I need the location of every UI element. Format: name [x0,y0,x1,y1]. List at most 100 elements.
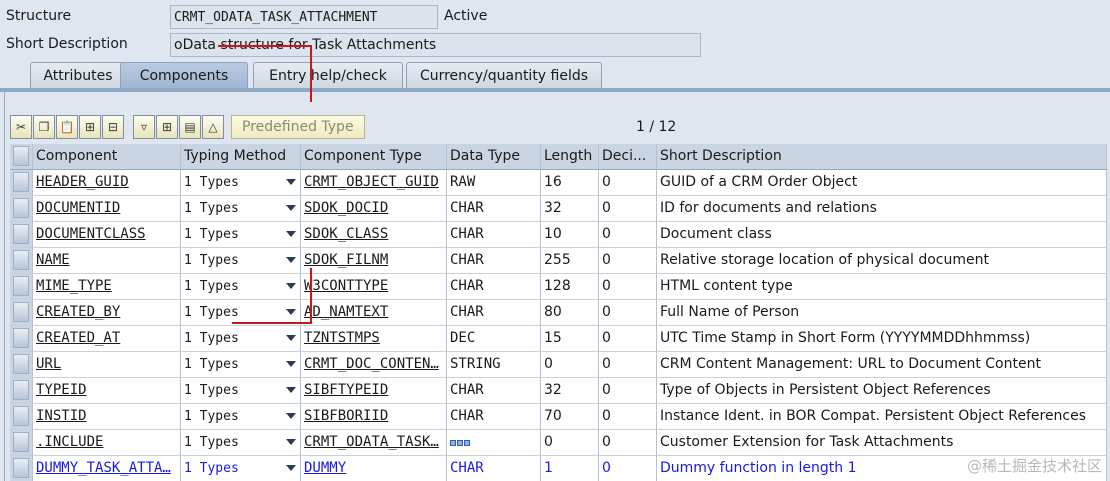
insert-row-icon[interactable]: ⊞ [79,115,101,139]
dropdown-arrow-icon[interactable] [286,413,296,419]
length-cell: 0 [540,429,599,456]
row-selector[interactable] [10,169,33,196]
dropdown-arrow-icon[interactable] [286,335,296,341]
row-selector[interactable] [10,195,33,222]
table-row[interactable]: DOCUMENTCLASS 1 Types SDOK_CLASS CHAR 10 0 Doc… [10,221,1107,248]
table-row[interactable]: CREATED_AT 1 Types TZNTSTMPS DEC 15 0 UTC Time… [10,325,1107,352]
tab-entry-help-check[interactable]: Entry help/check [253,62,403,88]
row-selector[interactable] [10,273,33,300]
row-selector[interactable] [10,221,33,248]
table-row[interactable]: HEADER_GUID 1 Types CRMT_OBJECT_GUID RAW 16 0… [10,169,1107,196]
dropdown-arrow-icon[interactable] [286,361,296,367]
component-type-cell[interactable]: W3CONTTYPE [300,273,447,300]
component-type-cell[interactable]: SDOK_DOCID [300,195,447,222]
typing-method-cell[interactable]: 1 Types [180,403,301,430]
annotation-line [310,45,312,102]
length-cell: 16 [540,169,599,196]
column-header-typing-method[interactable]: Typing Method [180,144,301,170]
typing-method-cell[interactable]: 1 Types [180,169,301,196]
dropdown-arrow-icon[interactable] [286,231,296,237]
structure-name-field[interactable]: CRMT_ODATA_TASK_ATTACHMENT [170,5,438,29]
component-name-cell[interactable]: NAME [32,247,181,274]
component-name-cell[interactable]: .INCLUDE [32,429,181,456]
table-row[interactable]: NAME 1 Types SDOK_FILNM CHAR 255 0 Relative st… [10,247,1107,274]
table-row[interactable]: URL 1 Types CRMT_DOC_CONTEN… STRING 0 0 CRM Co… [10,351,1107,378]
dropdown-arrow-icon[interactable] [286,309,296,315]
predefined-type-button[interactable]: Predefined Type [231,115,365,139]
paste-icon[interactable]: 📋 [56,115,78,139]
component-type-cell[interactable]: DUMMY [300,455,447,481]
watermark-text: @稀土掘金技术社区 [966,457,1102,475]
component-type-cell[interactable]: SDOK_FILNM [300,247,447,274]
typing-method-cell[interactable]: 1 Types [180,247,301,274]
tab-components[interactable]: Components [120,62,248,88]
component-type-cell[interactable]: CRMT_ODATA_TASK… [300,429,447,456]
dropdown-arrow-icon[interactable] [286,465,296,471]
table-row[interactable]: DOCUMENTID 1 Types SDOK_DOCID CHAR 32 0 ID for… [10,195,1107,222]
component-name-cell[interactable]: MIME_TYPE [32,273,181,300]
dropdown-arrow-icon[interactable] [286,439,296,445]
component-name-cell[interactable]: DUMMY_TASK_ATTA… [32,455,181,481]
decimals-cell: 0 [598,299,657,326]
component-name-cell[interactable]: HEADER_GUID [32,169,181,196]
select-all-cell[interactable] [10,144,33,170]
component-type-cell[interactable]: SIBFTYPEID [300,377,447,404]
dropdown-arrow-icon[interactable] [286,387,296,393]
delete-row-icon[interactable]: ⊟ [102,115,124,139]
component-name-cell[interactable]: TYPEID [32,377,181,404]
component-name-cell[interactable]: INSTID [32,403,181,430]
row-selector[interactable] [10,377,33,404]
component-type-cell[interactable]: CRMT_DOC_CONTEN… [300,351,447,378]
expand-include-icon[interactable]: ⊞ [156,115,178,139]
component-name-cell[interactable]: DOCUMENTCLASS [32,221,181,248]
typing-method-cell[interactable]: 1 Types [180,377,301,404]
column-header-length[interactable]: Length [540,144,599,170]
copy-icon[interactable]: ❐ [33,115,55,139]
row-selector[interactable] [10,325,33,352]
row-selector[interactable] [10,351,33,378]
cut-icon[interactable]: ✂ [10,115,32,139]
dropdown-arrow-icon[interactable] [286,179,296,185]
typing-method-cell[interactable]: 1 Types [180,429,301,456]
component-type-cell[interactable]: SDOK_CLASS [300,221,447,248]
component-name-cell[interactable]: CREATED_AT [32,325,181,352]
table-row[interactable]: TYPEID 1 Types SIBFTYPEID CHAR 32 0 Type of Ob… [10,377,1107,404]
column-header-data-type[interactable]: Data Type [446,144,541,170]
component-name-cell[interactable]: URL [32,351,181,378]
table-row[interactable]: DUMMY_TASK_ATTA… 1 Types DUMMY CHAR 1 0 Dummy … [10,455,1107,481]
details-icon[interactable]: ▤ [179,115,201,139]
row-selector[interactable] [10,247,33,274]
table-row[interactable]: .INCLUDE 1 Types CRMT_ODATA_TASK… 0 0 Custome… [10,429,1107,456]
row-selector[interactable] [10,429,33,456]
component-type-cell[interactable]: CRMT_OBJECT_GUID [300,169,447,196]
typing-method-cell[interactable]: 1 Types [180,455,301,481]
column-header-component[interactable]: Component [32,144,181,170]
component-name-cell[interactable]: DOCUMENTID [32,195,181,222]
typing-method-cell[interactable]: 1 Types [180,195,301,222]
column-header-short-description[interactable]: Short Description [656,144,1107,170]
column-header-component-type[interactable]: Component Type [300,144,447,170]
expand-all-icon[interactable]: ▿ [133,115,155,139]
collapse-icon[interactable]: △ [202,115,224,139]
row-selector[interactable] [10,403,33,430]
table-row[interactable]: CREATED_BY 1 Types AD_NAMTEXT CHAR 80 0 Full N… [10,299,1107,326]
dropdown-arrow-icon[interactable] [286,257,296,263]
typing-method-cell[interactable]: 1 Types [180,273,301,300]
component-type-cell[interactable]: TZNTSTMPS [300,325,447,352]
dropdown-arrow-icon[interactable] [286,283,296,289]
typing-method-cell[interactable]: 1 Types [180,325,301,352]
component-name-cell[interactable]: CREATED_BY [32,299,181,326]
table-row[interactable]: MIME_TYPE 1 Types W3CONTTYPE CHAR 128 0 HTML c… [10,273,1107,300]
component-type-cell[interactable]: AD_NAMTEXT [300,299,447,326]
tab-attributes[interactable]: Attributes [30,62,126,88]
column-header-decimals[interactable]: Deci... [598,144,657,170]
typing-method-cell[interactable]: 1 Types [180,221,301,248]
dropdown-arrow-icon[interactable] [286,205,296,211]
row-selector[interactable] [10,455,33,481]
component-type-cell[interactable]: SIBFBORIID [300,403,447,430]
row-selector[interactable] [10,299,33,326]
typing-method-value: 1 Types [184,226,239,242]
table-row[interactable]: INSTID 1 Types SIBFBORIID CHAR 70 0 Instance I… [10,403,1107,430]
typing-method-cell[interactable]: 1 Types [180,351,301,378]
tab-currency-quantity-fields[interactable]: Currency/quantity fields [406,62,602,88]
